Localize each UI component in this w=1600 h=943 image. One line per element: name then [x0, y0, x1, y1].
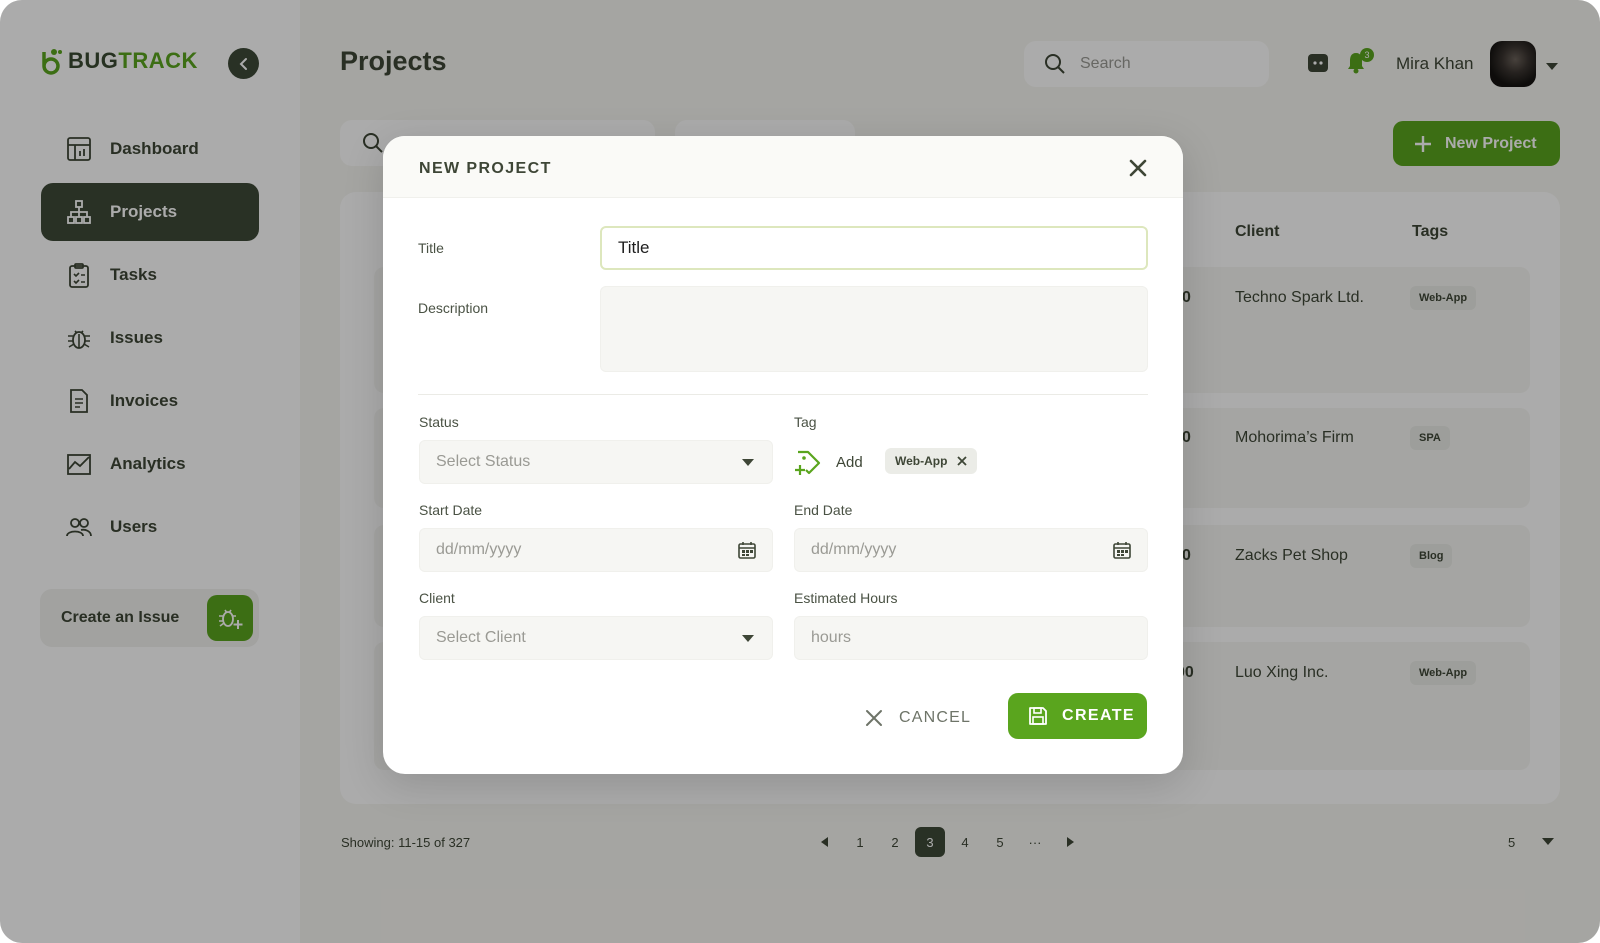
- description-label: Description: [418, 300, 489, 316]
- estimated-hours-input[interactable]: hours: [794, 616, 1148, 660]
- end-date-label: End Date: [794, 502, 853, 518]
- calendar-icon[interactable]: [1113, 541, 1131, 559]
- divider: [418, 394, 1148, 395]
- title-label: Title: [418, 240, 444, 256]
- client-placeholder: Select Client: [436, 629, 526, 646]
- close-icon: [1129, 159, 1147, 177]
- tag-chip: Web-App: [885, 448, 978, 474]
- start-date-label: Start Date: [419, 502, 483, 518]
- start-date-placeholder: dd/mm/yyyy: [436, 541, 522, 558]
- tag-add-icon: [795, 450, 821, 475]
- add-tag-button[interactable]: Add: [794, 448, 863, 476]
- estimated-hours-label: Estimated Hours: [794, 590, 898, 606]
- remove-tag-icon[interactable]: [957, 456, 968, 466]
- start-date-input[interactable]: dd/mm/yyyy: [419, 528, 773, 572]
- description-textarea[interactable]: [600, 286, 1148, 372]
- estimated-hours-placeholder: hours: [811, 629, 852, 646]
- cancel-label: CANCEL: [899, 709, 972, 726]
- title-input[interactable]: Title: [600, 226, 1148, 270]
- cancel-button[interactable]: CANCEL: [865, 696, 971, 740]
- tag-chip-label: Web-App: [895, 454, 948, 468]
- status-select[interactable]: Select Status: [419, 440, 773, 484]
- close-button[interactable]: [1128, 158, 1148, 178]
- caret-down-icon: [742, 635, 754, 642]
- status-label: Status: [419, 414, 459, 430]
- close-icon: [866, 710, 882, 726]
- status-placeholder: Select Status: [436, 453, 531, 470]
- client-label: Client: [419, 590, 455, 606]
- title-input-value: Title: [618, 238, 650, 257]
- add-tag-label: Add: [836, 453, 863, 471]
- tag-label: Tag: [794, 414, 817, 430]
- end-date-placeholder: dd/mm/yyyy: [811, 541, 897, 558]
- caret-down-icon: [742, 459, 754, 466]
- modal-header: NEW PROJECT: [383, 136, 1183, 198]
- create-label: CREATE: [1062, 707, 1135, 724]
- modal-title: NEW PROJECT: [419, 160, 552, 177]
- save-icon: [1029, 707, 1047, 725]
- new-project-modal: NEW PROJECT Title Title Description Stat…: [383, 136, 1183, 774]
- end-date-input[interactable]: dd/mm/yyyy: [794, 528, 1148, 572]
- create-button[interactable]: CREATE: [1008, 693, 1147, 739]
- calendar-icon[interactable]: [738, 541, 756, 559]
- client-select[interactable]: Select Client: [419, 616, 773, 660]
